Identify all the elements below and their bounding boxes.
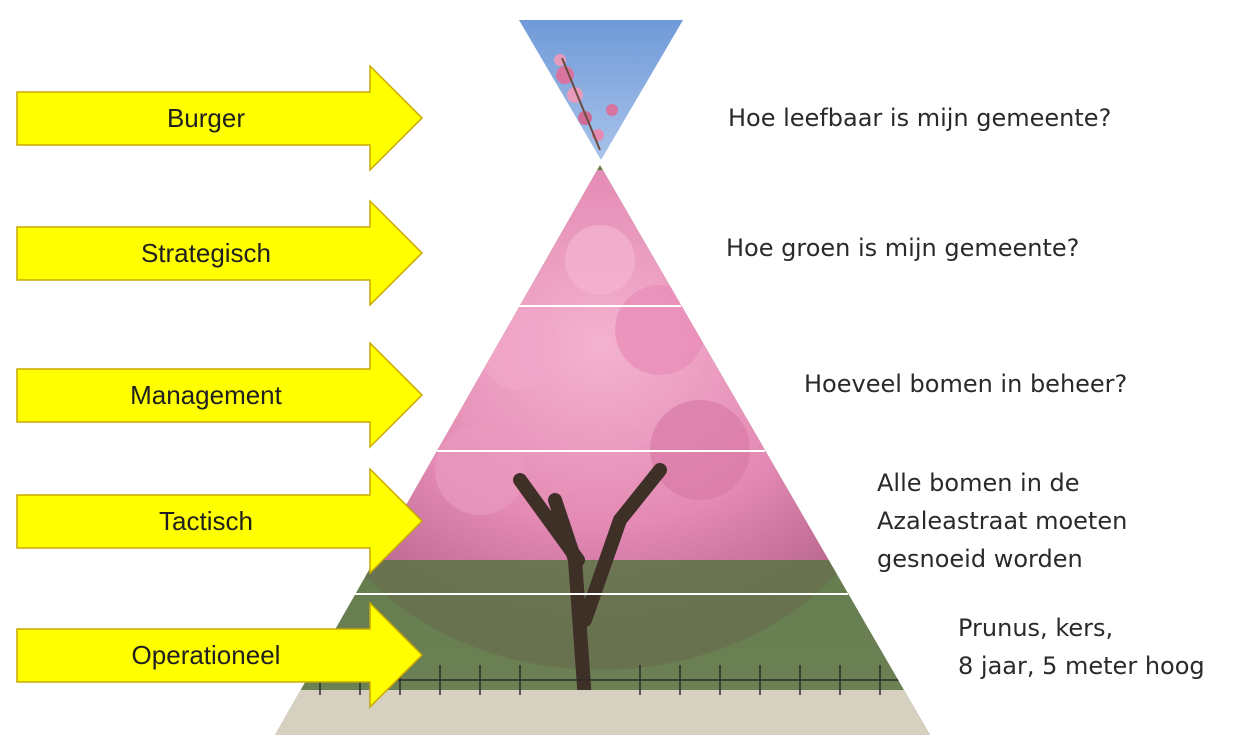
arrow-strategisch: Strategisch xyxy=(16,199,424,307)
arrow-label-operationeel: Operationeel xyxy=(132,640,281,670)
question-burger: Hoe leefbaar is mijn gemeente? xyxy=(728,104,1112,132)
question-management: Hoeveel bomen in beheer? xyxy=(804,370,1128,398)
top-triangle-photo xyxy=(519,20,683,160)
arrow-tactisch: Tactisch xyxy=(16,467,424,575)
arrow-label-strategisch: Strategisch xyxy=(141,238,271,268)
arrow-label-burger: Burger xyxy=(167,103,245,133)
arrow-management: Management xyxy=(16,341,424,449)
arrow-burger: Burger xyxy=(16,64,424,172)
question-strategisch: Hoe groen is mijn gemeente? xyxy=(726,234,1080,262)
arrow-label-tactisch: Tactisch xyxy=(159,506,253,536)
question-operationeel: Prunus, kers, 8 jaar, 5 meter hoog xyxy=(958,614,1205,680)
question-tactisch: Alle bomen in de Azaleastraat moeten ges… xyxy=(877,469,1128,573)
arrow-label-management: Management xyxy=(130,380,283,410)
